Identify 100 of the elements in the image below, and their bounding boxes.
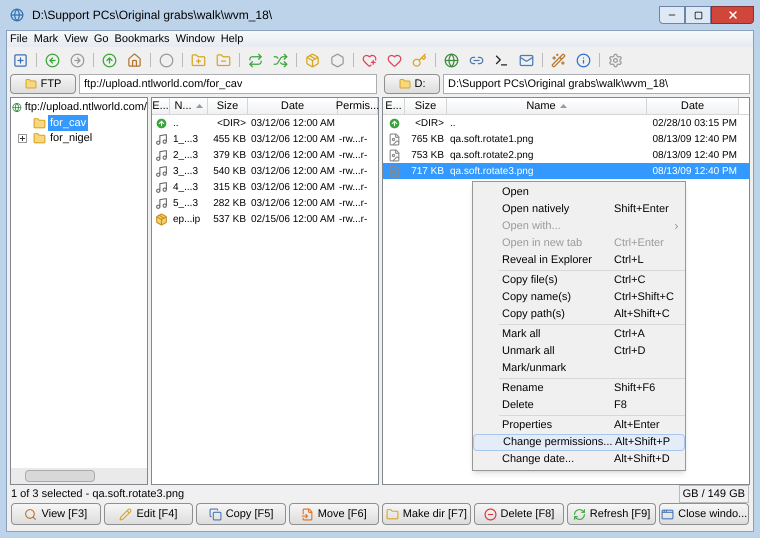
sort-arrow-icon <box>196 104 203 108</box>
menu-item[interactable]: Copy name(s) Ctrl+Shift+C <box>473 289 685 306</box>
column-header[interactable]: Size <box>405 98 447 114</box>
file-size: <DIR> <box>414 116 445 130</box>
file-date: 08/13/09 12:40 PM <box>651 164 738 178</box>
file-name[interactable]: 1_...3 <box>170 132 208 146</box>
column-header[interactable]: Date <box>647 98 739 114</box>
file-name: qa.soft.rotate1.png <box>449 132 534 146</box>
menu-item[interactable]: Mark/unmark <box>473 360 685 377</box>
toolbar-button[interactable]: Copy [F5] <box>196 503 286 525</box>
home-icon[interactable] <box>127 52 142 68</box>
menu-item[interactable]: Copy file(s) Ctrl+C <box>473 272 685 289</box>
file-name[interactable]: 3_...3 <box>170 164 208 178</box>
menu-item[interactable]: Reveal in Explorer Ctrl+L <box>473 252 685 269</box>
back-icon[interactable] <box>45 52 60 68</box>
menu-item[interactable]: Rename Shift+F6 <box>473 380 685 397</box>
menu-item[interactable]: Window <box>172 30 218 48</box>
file-permissions: -rw...r- <box>338 148 368 162</box>
refresh-icon[interactable] <box>248 52 263 68</box>
toolbar-button[interactable]: Refresh [F9] <box>566 503 656 525</box>
file-name[interactable]: 2_...3 <box>170 148 208 162</box>
file-row[interactable]: <DIR> .. 02/28/10 03:15 PM <box>383 115 749 131</box>
globe-icon[interactable] <box>444 52 459 68</box>
column-header[interactable]: E... <box>383 98 405 114</box>
menu-item[interactable]: View <box>61 30 91 48</box>
column-header[interactable]: E... <box>152 98 170 114</box>
settings-icon[interactable] <box>608 52 623 68</box>
address-field[interactable]: D:\Support PCs\Original grabs\walk\wvm_18\ <box>443 74 750 94</box>
column-header[interactable]: Name <box>447 98 647 114</box>
expand-box-icon[interactable] <box>18 134 27 142</box>
menu-item[interactable]: Change permissions... Alt+Shift+P <box>473 434 685 451</box>
up-icon[interactable] <box>102 52 117 68</box>
drive-button[interactable]: D: <box>384 74 440 94</box>
menu-item[interactable]: Help <box>218 30 246 48</box>
delete-folder-icon[interactable] <box>216 52 231 68</box>
toolbar-button[interactable]: Close windo... <box>659 503 749 525</box>
swap-icon[interactable] <box>273 52 288 68</box>
package-icon <box>154 212 168 226</box>
menu-item[interactable]: Bookmarks <box>112 30 173 48</box>
file-size: 717 KB <box>410 164 445 178</box>
file-row[interactable]: 765 KB qa.soft.rotate1.png 08/13/09 12:40 PM <box>383 131 749 147</box>
file-size: 455 KB <box>212 132 247 146</box>
image-file-icon <box>388 132 400 146</box>
horizontal-scrollbar[interactable] <box>11 468 147 484</box>
menu-item[interactable]: Properties Alt+Enter <box>473 417 685 434</box>
toolbar-button[interactable]: View [F3] <box>11 503 101 525</box>
up-icon <box>388 116 400 130</box>
column-header[interactable]: N... <box>170 98 208 114</box>
close-button[interactable] <box>711 6 754 24</box>
tree-item[interactable]: ftp://upload.ntlworld.com/ <box>24 99 147 116</box>
music-note-icon <box>154 148 168 162</box>
key-icon[interactable] <box>412 52 427 68</box>
menu-item[interactable]: Mark all Ctrl+A <box>473 326 685 343</box>
file-name: qa.soft.rotate2.png <box>449 148 534 162</box>
file-date: 08/13/09 12:40 PM <box>651 148 738 162</box>
terminal-icon[interactable] <box>494 52 509 68</box>
file-name[interactable]: .. <box>170 116 208 130</box>
menu-item[interactable]: Copy path(s) Alt+Shift+C <box>473 306 685 323</box>
music-note-icon <box>154 180 168 194</box>
file-row[interactable]: 753 KB qa.soft.rotate2.png 08/13/09 12:40 PM <box>383 147 749 163</box>
column-header[interactable]: Date <box>248 98 338 114</box>
column-header[interactable]: Size <box>208 98 248 114</box>
new-tab-icon[interactable] <box>13 52 28 68</box>
menu-item[interactable]: Open <box>473 184 685 201</box>
address-field[interactable]: ftp://upload.ntlworld.com/for_cav <box>79 74 377 94</box>
toolbar-button[interactable]: Move [F6] <box>288 503 378 525</box>
column-header[interactable]: Permis... <box>338 98 378 114</box>
toolbar-button[interactable]: Edit [F4] <box>104 503 194 525</box>
heart-plus-icon[interactable] <box>362 52 377 68</box>
file-name[interactable]: 5_...3 <box>170 196 208 210</box>
wand-icon[interactable] <box>551 52 566 68</box>
menu-item[interactable]: Go <box>90 30 112 48</box>
info-icon[interactable] <box>576 52 591 68</box>
toolbar-button[interactable]: Delete [F8] <box>474 503 564 525</box>
ftp-button[interactable]: FTP <box>10 74 76 94</box>
menu-item[interactable]: Unmark all Ctrl+D <box>473 343 685 360</box>
file-size: 540 KB <box>212 164 247 178</box>
menu-item[interactable]: File <box>7 30 31 48</box>
file-name[interactable]: 4_...3 <box>170 180 208 194</box>
stop-icon[interactable] <box>159 52 174 68</box>
menu-item[interactable]: Delete F8 <box>473 397 685 414</box>
new-folder-icon[interactable] <box>191 52 206 68</box>
toolbar-button[interactable]: Make dir [F7] <box>382 503 472 525</box>
file-permissions: -rw...r- <box>338 212 368 226</box>
hexagon-icon[interactable] <box>330 52 345 68</box>
maximize-button[interactable] <box>685 6 711 24</box>
status-text: 1 of 3 selected - qa.soft.rotate3.png <box>11 486 184 502</box>
tree-item[interactable]: for_nigel <box>48 130 94 146</box>
heart-icon[interactable] <box>387 52 402 68</box>
file-name[interactable]: ep...ip <box>170 212 208 226</box>
mail-icon[interactable] <box>519 52 534 68</box>
menu-item[interactable]: Open natively Shift+Enter <box>473 201 685 218</box>
menu-item[interactable]: Change date... Alt+Shift+D <box>473 451 685 468</box>
file-size: 765 KB <box>410 132 445 146</box>
file-permissions: -rw...r- <box>338 196 368 210</box>
up-icon <box>154 116 168 130</box>
package-icon[interactable] <box>305 52 320 68</box>
forward-icon[interactable] <box>70 52 85 68</box>
menu-item[interactable]: Mark <box>30 30 62 48</box>
move-icon <box>300 508 314 520</box>
